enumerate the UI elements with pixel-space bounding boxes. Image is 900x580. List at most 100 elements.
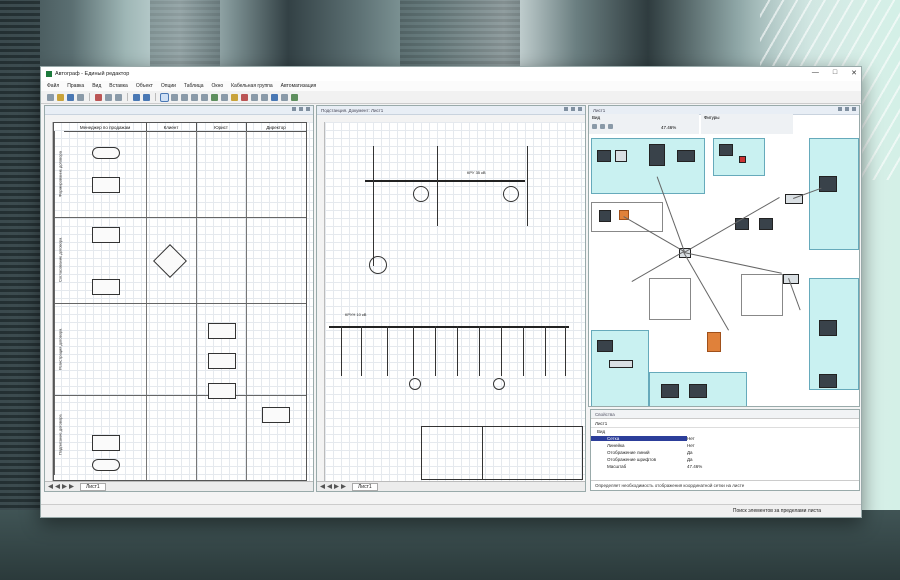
save-icon[interactable] [67, 93, 74, 101]
process-box[interactable] [208, 383, 236, 399]
network-zone[interactable] [591, 138, 705, 194]
properties-object-selector[interactable]: Лист1 [591, 419, 859, 428]
storage-device[interactable] [677, 150, 695, 162]
prev-sheet-icon[interactable] [327, 484, 332, 489]
property-row-lines[interactable]: Отображение линий Да [591, 449, 859, 456]
process-diagram-pane[interactable]: Менеджер по продажам Клиент Юрист Директ… [44, 105, 314, 492]
substation-diagram-pane[interactable]: Подстанция. Документ: Лист1 КРУ 35 кВ КР… [316, 105, 586, 492]
rotate-icon[interactable] [261, 93, 268, 101]
rectangle-icon[interactable] [191, 93, 198, 101]
property-value[interactable]: Нет [687, 436, 859, 441]
process-box[interactable] [92, 435, 120, 451]
zoom-icon[interactable] [211, 93, 218, 101]
pane-maximize-icon[interactable] [299, 107, 303, 111]
firewall-device[interactable] [707, 332, 721, 352]
server-device[interactable] [597, 340, 613, 352]
next-sheet-icon[interactable] [334, 484, 339, 489]
process-box[interactable] [92, 177, 120, 193]
text-icon[interactable] [171, 93, 178, 101]
menu-table[interactable]: Таблица [184, 83, 204, 89]
first-sheet-icon[interactable] [320, 484, 325, 489]
last-sheet-icon[interactable] [341, 484, 346, 489]
grid-icon[interactable] [221, 93, 228, 101]
maximize-button[interactable]: □ [833, 69, 837, 77]
process-box[interactable] [92, 279, 120, 295]
copy-icon[interactable] [105, 93, 112, 101]
workstation-device[interactable] [615, 150, 627, 162]
property-row-fonts[interactable]: Отображение шрифтов Да [591, 456, 859, 463]
network-diagram-pane[interactable]: Лист1 Вид 47.46% Фигуры [588, 105, 860, 407]
pane-minimize-icon[interactable] [838, 107, 842, 111]
align-icon[interactable] [241, 93, 248, 101]
next-sheet-icon[interactable] [62, 484, 67, 489]
pane-maximize-icon[interactable] [571, 107, 575, 111]
paste-icon[interactable] [115, 93, 122, 101]
sheet-tab[interactable]: Лист1 [352, 482, 378, 491]
transformer-symbol[interactable] [413, 186, 429, 202]
connector-icon[interactable] [271, 93, 278, 101]
last-sheet-icon[interactable] [69, 484, 74, 489]
server-device[interactable] [759, 218, 773, 230]
pane-close-icon[interactable] [852, 107, 856, 111]
property-value[interactable]: Да [687, 457, 859, 462]
zoom-in-icon[interactable] [592, 124, 597, 129]
pane-minimize-icon[interactable] [292, 107, 296, 111]
group-icon[interactable] [251, 93, 258, 101]
new-icon[interactable] [47, 93, 54, 101]
pane-minimize-icon[interactable] [564, 107, 568, 111]
monitor-device[interactable] [599, 210, 611, 222]
zoom-out-icon[interactable] [600, 124, 605, 129]
property-value[interactable]: Нет [687, 443, 859, 448]
menu-view[interactable]: Вид [92, 83, 101, 89]
menu-object[interactable]: Объект [136, 83, 153, 89]
cable-icon[interactable] [291, 93, 298, 101]
start-terminator[interactable] [92, 147, 120, 159]
menu-edit[interactable]: Правка [67, 83, 84, 89]
pane-maximize-icon[interactable] [845, 107, 849, 111]
alarm-device[interactable] [739, 156, 746, 163]
property-row-ruler[interactable]: Линейка Нет [591, 442, 859, 449]
power-transformer-symbol[interactable] [369, 256, 387, 274]
property-row-scale[interactable]: Масштаб 47.46% [591, 463, 859, 470]
switch-device[interactable] [609, 360, 633, 368]
pointer-icon[interactable] [160, 92, 169, 102]
properties-group[interactable]: Вид [591, 428, 859, 435]
process-box[interactable] [92, 227, 120, 243]
end-terminator[interactable] [92, 459, 120, 471]
ellipse-icon[interactable] [201, 93, 208, 101]
property-value[interactable]: 47.46% [687, 464, 859, 469]
server-device[interactable] [661, 384, 679, 398]
property-row-grid[interactable]: Сетка Нет [591, 435, 859, 442]
network-zone[interactable] [809, 138, 859, 250]
server-device[interactable] [819, 374, 837, 388]
table-icon[interactable] [281, 93, 288, 101]
process-box[interactable] [208, 353, 236, 369]
undo-icon[interactable] [133, 93, 140, 101]
decision-diamond[interactable] [153, 244, 187, 278]
server-rack-device[interactable] [649, 144, 665, 166]
minimize-button[interactable]: — [812, 69, 819, 77]
menu-options[interactable]: Опции [161, 83, 176, 89]
prev-sheet-icon[interactable] [55, 484, 60, 489]
menu-cable-group[interactable]: Кабельная группа [231, 83, 273, 89]
close-button[interactable]: ✕ [851, 69, 857, 77]
pane-close-icon[interactable] [306, 107, 310, 111]
process-box[interactable] [262, 407, 290, 423]
server-device[interactable] [819, 320, 837, 336]
print-icon[interactable] [77, 93, 84, 101]
redo-icon[interactable] [143, 93, 150, 101]
aux-transformer-symbol[interactable] [493, 378, 505, 390]
network-zone[interactable] [649, 278, 691, 320]
menu-window[interactable]: Окно [212, 83, 224, 89]
server-device[interactable] [689, 384, 707, 398]
server-device[interactable] [819, 176, 837, 192]
aux-transformer-symbol[interactable] [409, 378, 421, 390]
line-icon[interactable] [181, 93, 188, 101]
zoom-value[interactable]: 47.46% [661, 125, 676, 130]
first-sheet-icon[interactable] [48, 484, 53, 489]
menu-insert[interactable]: Вставка [109, 83, 128, 89]
layers-icon[interactable] [231, 93, 238, 101]
open-icon[interactable] [57, 93, 64, 101]
network-zone[interactable] [741, 274, 783, 316]
fit-page-icon[interactable] [608, 124, 613, 129]
